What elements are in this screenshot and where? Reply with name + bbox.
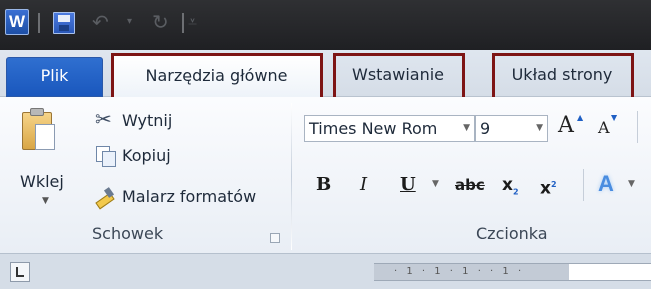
cut-button[interactable]: Wytnij	[94, 107, 173, 131]
ruler-row: · 1 · 1 · 1 · · 1 ·	[0, 253, 651, 289]
superscript-button[interactable]: x2	[540, 173, 557, 201]
clipboard-dialog-launcher-icon[interactable]	[270, 233, 280, 243]
subscript-button[interactable]: x2	[502, 173, 519, 204]
undo-dropdown-icon[interactable]: ▾	[127, 10, 132, 34]
qa-separator	[182, 13, 184, 33]
toolbar-separator	[637, 111, 638, 143]
tab-selector-icon[interactable]	[10, 262, 30, 282]
title-bar: W ↶ ▾ ↻ ⩡	[0, 0, 651, 50]
ribbon-tab-row: Plik Narzędzia główne Wstawianie Układ s…	[0, 50, 651, 97]
cut-label: Wytnij	[122, 110, 173, 130]
scissors-icon	[94, 107, 116, 131]
paste-dropdown-icon[interactable]: ▼	[42, 196, 49, 206]
undo-icon[interactable]: ↶	[92, 10, 109, 34]
strikethrough-button[interactable]: abc	[455, 173, 485, 197]
tab-page-layout[interactable]: Układ strony	[494, 55, 630, 97]
horizontal-ruler[interactable]: · 1 · 1 · 1 · · 1 ·	[374, 263, 651, 281]
font-size-value: 9	[480, 119, 491, 138]
copy-icon	[94, 144, 116, 167]
redo-icon[interactable]: ↻	[152, 10, 169, 34]
bold-button[interactable]: B	[316, 173, 331, 197]
save-icon[interactable]	[53, 12, 75, 34]
chevron-down-icon[interactable]: ▼	[536, 116, 543, 141]
group-divider	[291, 103, 292, 250]
chevron-down-icon[interactable]: ▼	[463, 116, 470, 141]
grow-font-button[interactable]: A	[558, 113, 574, 138]
group-label-clipboard: Schowek	[92, 224, 164, 243]
copy-button[interactable]: Kopiuj	[94, 144, 171, 167]
text-effects-dropdown-icon[interactable]: ▼	[628, 179, 635, 189]
tab-file[interactable]: Plik	[6, 57, 103, 97]
ribbon-body: Wklej ▼ Wytnij Kopiuj Malarz formatów Sc…	[0, 97, 651, 253]
superscript-label: x	[540, 178, 551, 199]
subscript-label: x	[502, 175, 513, 195]
ruler-marks: · 1 · 1 · 1 · · 1 ·	[394, 266, 525, 277]
paste-button-label[interactable]: Wklej	[20, 172, 64, 191]
copy-label: Kopiuj	[122, 145, 171, 165]
tab-insert[interactable]: Wstawianie	[333, 55, 463, 97]
text-effects-button[interactable]: A	[598, 171, 624, 199]
group-label-font: Czcionka	[476, 224, 548, 243]
font-size-combobox[interactable]: 9 ▼	[475, 115, 548, 142]
shrink-font-button[interactable]: A	[598, 118, 610, 137]
font-name-combobox[interactable]: Times New Rom ▼	[304, 115, 475, 142]
format-painter-icon	[94, 185, 116, 207]
word-app-icon[interactable]: W	[5, 9, 29, 35]
format-painter-label: Malarz formatów	[122, 186, 257, 206]
shrink-caret-icon: ▲	[611, 114, 618, 123]
toolbar-separator	[583, 169, 584, 201]
qa-separator	[38, 13, 40, 33]
underline-button[interactable]: U	[400, 173, 416, 197]
font-name-value: Times New Rom	[309, 119, 438, 138]
underline-dropdown-icon[interactable]: ▼	[432, 179, 439, 189]
italic-button[interactable]: I	[360, 173, 367, 197]
paste-icon[interactable]	[22, 108, 56, 152]
customize-quick-access-icon[interactable]: ⩡	[188, 10, 197, 34]
tab-home[interactable]: Narzędzia główne	[111, 55, 322, 97]
grow-caret-icon: ▲	[577, 113, 584, 122]
format-painter-button[interactable]: Malarz formatów	[94, 185, 256, 207]
